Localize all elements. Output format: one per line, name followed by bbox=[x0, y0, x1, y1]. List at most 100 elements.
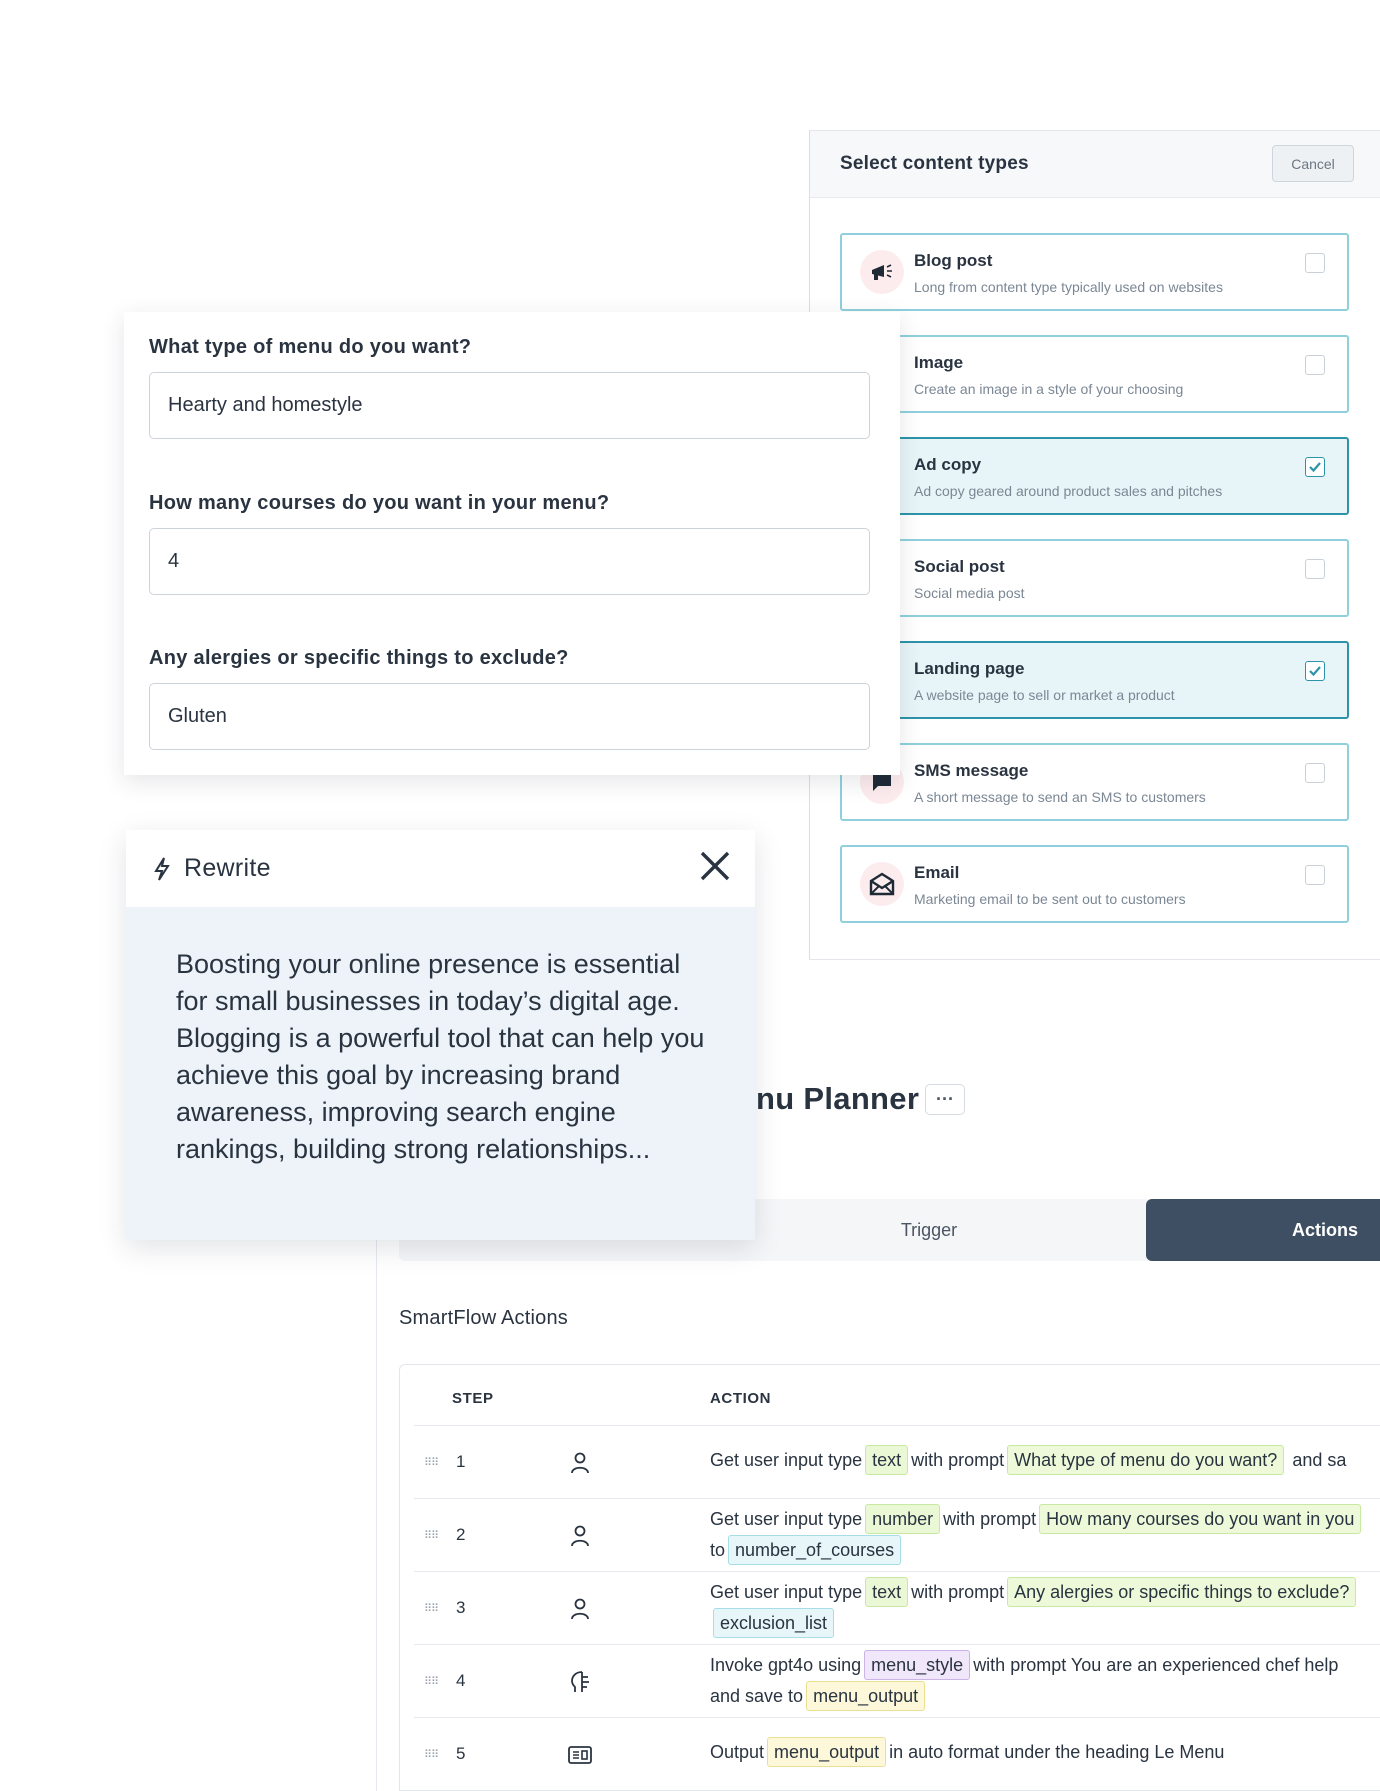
prompt-chip[interactable]: How many courses do you want in you bbox=[1039, 1504, 1362, 1534]
menu-type-input[interactable]: Hearty and homestyle bbox=[149, 372, 870, 439]
drag-handle-icon[interactable]: ⠿⠿ bbox=[424, 1602, 439, 1615]
content-type-card-social-post[interactable]: Social post Social media post bbox=[840, 539, 1349, 617]
content-type-card-blog-post[interactable]: Blog post Long from content type typical… bbox=[840, 233, 1349, 311]
content-type-checkbox[interactable] bbox=[1305, 355, 1325, 375]
input-type-chip[interactable]: text bbox=[865, 1445, 909, 1475]
check-icon bbox=[1309, 666, 1321, 677]
content-type-checkbox[interactable] bbox=[1305, 865, 1325, 885]
action-phrase: to bbox=[710, 1540, 726, 1560]
table-row[interactable]: ⠿⠿ 1 Get user input type text with prompt W… bbox=[414, 1425, 1380, 1498]
action-text: Get user input type number with prompt How … bbox=[710, 1504, 1364, 1566]
table-row[interactable]: ⠿⠿ 4 Invoke gpt4o using menu_style with pr… bbox=[414, 1644, 1380, 1717]
drag-handle-icon[interactable]: ⠿⠿ bbox=[424, 1748, 439, 1761]
action-phrase: Invoke gpt4o using bbox=[710, 1655, 862, 1675]
content-type-name: Blog post bbox=[914, 251, 993, 270]
drag-handle-icon[interactable]: ⠿⠿ bbox=[424, 1529, 439, 1542]
action-phrase: and save to bbox=[710, 1686, 804, 1706]
content-type-checkbox[interactable] bbox=[1305, 763, 1325, 783]
action-phrase: with prompt bbox=[911, 1450, 1005, 1470]
output-icon bbox=[568, 1746, 592, 1764]
action-phrase: Get user input type bbox=[710, 1450, 863, 1470]
action-phrase: with prompt bbox=[943, 1509, 1037, 1529]
content-type-name: Social post bbox=[914, 557, 1005, 576]
output-variable-chip[interactable]: menu_output bbox=[806, 1681, 926, 1711]
action-text: Invoke gpt4o using menu_style with prompt … bbox=[710, 1650, 1338, 1712]
megaphone-icon bbox=[860, 250, 904, 294]
user-icon bbox=[571, 1598, 589, 1620]
step-number: 4 bbox=[456, 1671, 466, 1690]
rewrite-title: Rewrite bbox=[184, 854, 271, 882]
content-type-desc: A website page to sell or market a produ… bbox=[914, 687, 1175, 703]
step-number: 3 bbox=[456, 1598, 466, 1617]
table-row[interactable]: ⠿⠿ 2 Get user input type number with promp… bbox=[414, 1498, 1380, 1571]
field-label-menu-type: What type of menu do you want? bbox=[149, 336, 472, 358]
courses-input[interactable]: 4 bbox=[149, 528, 870, 595]
input-type-chip[interactable]: text bbox=[865, 1577, 909, 1607]
field-label-exclusions: Any alergies or specific things to exclu… bbox=[149, 647, 569, 669]
output-variable-chip[interactable]: menu_output bbox=[767, 1737, 887, 1767]
actions-table: STEP ACTION ⠿⠿ 1 Get user input type text… bbox=[399, 1364, 1380, 1791]
content-type-name: Landing page bbox=[914, 659, 1025, 678]
column-header-action: ACTION bbox=[710, 1390, 772, 1407]
exclusions-input[interactable]: Gluten bbox=[149, 683, 870, 750]
content-type-card-sms-message[interactable]: SMS message A short message to send an S… bbox=[840, 743, 1349, 821]
cancel-button[interactable]: Cancel bbox=[1272, 145, 1354, 182]
rewrite-body: Boosting your online presence is essenti… bbox=[126, 907, 755, 1240]
content-type-desc: Long from content type typically used on… bbox=[914, 279, 1223, 295]
action-phrase: with prompt You are an experienced chef … bbox=[973, 1655, 1339, 1675]
variable-chip[interactable]: number_of_courses bbox=[728, 1535, 902, 1565]
content-type-card-landing-page[interactable]: Landing page A website page to sell or m… bbox=[840, 641, 1349, 719]
flow-title: nu Planner bbox=[756, 1081, 920, 1116]
step-number: 2 bbox=[456, 1525, 466, 1544]
content-type-card-email[interactable]: Email Marketing email to be sent out to … bbox=[840, 845, 1349, 923]
lightning-icon bbox=[154, 856, 170, 881]
user-icon bbox=[571, 1525, 589, 1547]
content-type-checkbox[interactable] bbox=[1305, 253, 1325, 273]
close-icon[interactable] bbox=[697, 848, 733, 884]
variable-chip[interactable]: exclusion_list bbox=[713, 1608, 835, 1638]
tab-actions[interactable]: Actions bbox=[1146, 1199, 1380, 1261]
drag-handle-icon[interactable]: ⠿⠿ bbox=[424, 1675, 439, 1688]
content-type-checkbox-checked[interactable] bbox=[1305, 661, 1325, 681]
content-type-name: Email bbox=[914, 863, 960, 882]
content-type-name: Ad copy bbox=[914, 455, 982, 474]
rewrite-header: Rewrite bbox=[126, 830, 755, 907]
smartflow-actions-title: SmartFlow Actions bbox=[399, 1307, 569, 1329]
content-type-desc: A short message to send an SMS to custom… bbox=[914, 789, 1206, 805]
action-phrase: in auto format under the heading Le Menu bbox=[889, 1742, 1225, 1762]
content-types-title: Select content types bbox=[840, 153, 1029, 174]
table-row[interactable]: ⠿⠿ 5 Output menu_output in auto format und… bbox=[414, 1717, 1380, 1790]
action-text: Get user input type text with prompt Any al… bbox=[710, 1577, 1359, 1639]
rewrite-panel: Rewrite Boosting your online presence is… bbox=[126, 830, 755, 1240]
content-type-desc: Marketing email to be sent out to custom… bbox=[914, 891, 1186, 907]
tab-trigger[interactable]: Trigger bbox=[849, 1199, 1009, 1261]
content-type-name: SMS message bbox=[914, 761, 1029, 780]
content-type-name: Image bbox=[914, 353, 964, 372]
menu-form-panel: What type of menu do you want? Hearty an… bbox=[124, 312, 900, 775]
user-icon bbox=[571, 1452, 589, 1474]
more-options-button[interactable]: ··· bbox=[925, 1084, 965, 1115]
action-phrase: with prompt bbox=[911, 1582, 1005, 1602]
content-type-desc: Ad copy geared around product sales and … bbox=[914, 483, 1223, 499]
drag-handle-icon[interactable]: ⠿⠿ bbox=[424, 1456, 439, 1469]
step-number: 5 bbox=[456, 1744, 466, 1763]
content-type-desc: Social media post bbox=[914, 585, 1025, 601]
model-variable-chip[interactable]: menu_style bbox=[864, 1650, 971, 1680]
check-icon bbox=[1309, 462, 1321, 473]
step-number: 1 bbox=[456, 1452, 466, 1471]
prompt-chip[interactable]: What type of menu do you want? bbox=[1007, 1445, 1285, 1475]
prompt-chip[interactable]: Any alergies or specific things to exclu… bbox=[1007, 1577, 1357, 1607]
table-row[interactable]: ⠿⠿ 3 Get user input type text with prompt A… bbox=[414, 1571, 1380, 1644]
action-phrase: Output bbox=[710, 1742, 765, 1762]
ai-brain-icon bbox=[571, 1671, 589, 1692]
action-phrase: and sa bbox=[1292, 1450, 1347, 1470]
content-type-checkbox-checked[interactable] bbox=[1305, 457, 1325, 477]
input-type-chip[interactable]: number bbox=[865, 1504, 941, 1534]
content-type-card-ad-copy[interactable]: Ad copy Ad copy geared around product sa… bbox=[840, 437, 1349, 515]
action-phrase: Get user input type bbox=[710, 1509, 863, 1529]
column-header-step: STEP bbox=[452, 1390, 494, 1407]
content-type-card-image[interactable]: Image Create an image in a style of your… bbox=[840, 335, 1349, 413]
content-type-desc: Create an image in a style of your choos… bbox=[914, 381, 1184, 397]
envelope-icon bbox=[860, 862, 904, 906]
content-type-checkbox[interactable] bbox=[1305, 559, 1325, 579]
